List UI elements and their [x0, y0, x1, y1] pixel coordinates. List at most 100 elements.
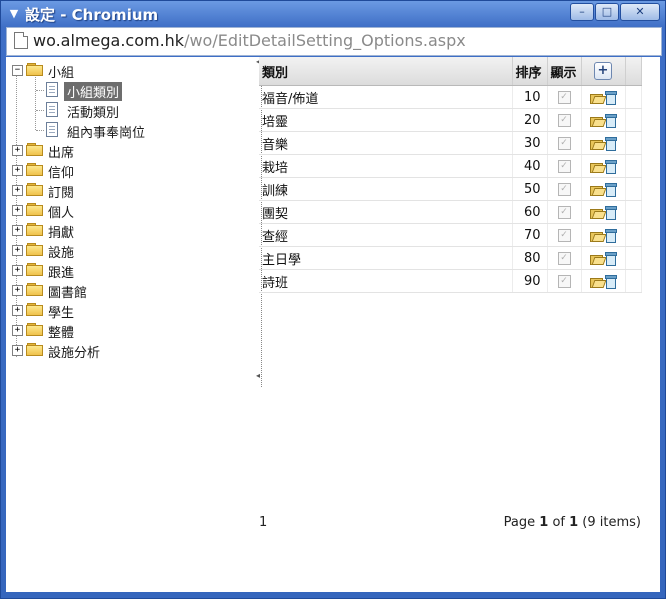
expand-icon[interactable]: +: [12, 305, 23, 316]
order-cell: 40: [512, 154, 548, 178]
spacer-cell: [625, 131, 642, 155]
display-checkbox[interactable]: ✓: [557, 159, 571, 173]
column-header-category[interactable]: 類別: [259, 57, 513, 86]
folder-icon: [26, 203, 43, 216]
display-checkbox[interactable]: ✓: [557, 274, 571, 288]
table-row[interactable]: 栽培 40 ✓: [259, 154, 642, 178]
page-icon: [46, 102, 58, 117]
display-cell: ✓: [547, 269, 582, 293]
add-button[interactable]: +: [594, 62, 612, 80]
close-button[interactable]: ✕: [620, 3, 660, 21]
recycle-bin-icon[interactable]: [605, 274, 617, 289]
actions-cell: [581, 154, 626, 178]
recycle-bin-icon[interactable]: [605, 228, 617, 243]
tree-node-label: 設施: [48, 246, 75, 261]
page-link[interactable]: 1: [259, 515, 267, 530]
table-row[interactable]: 音樂 30 ✓: [259, 131, 642, 155]
pager: 1 Page 1 of 1 (9 items): [259, 515, 643, 535]
expand-icon[interactable]: +: [12, 205, 23, 216]
display-checkbox[interactable]: ✓: [557, 182, 571, 196]
open-folder-icon[interactable]: [590, 230, 607, 242]
expand-icon[interactable]: +: [12, 185, 23, 196]
splitter-grip-icon[interactable]: ◂: [256, 371, 260, 380]
title-bar[interactable]: ▼ 設定 - Chromium – □ ✕: [1, 1, 665, 27]
actions-cell: [581, 223, 626, 247]
tree-connector: [35, 77, 36, 130]
minimize-button[interactable]: –: [570, 3, 594, 21]
display-checkbox[interactable]: ✓: [557, 228, 571, 242]
open-folder-icon[interactable]: [590, 276, 607, 288]
open-folder-icon: [26, 63, 43, 76]
display-cell: ✓: [547, 246, 582, 270]
display-checkbox[interactable]: ✓: [557, 205, 571, 219]
table-row[interactable]: 查經 70 ✓: [259, 223, 642, 247]
tree-node-label: 設施分析: [48, 346, 101, 361]
tree-node-label: 小組: [48, 66, 75, 81]
recycle-bin-icon[interactable]: [605, 136, 617, 151]
actions-cell: [581, 85, 626, 109]
collapse-icon[interactable]: −: [12, 65, 23, 76]
table-row[interactable]: 福音/佈道 10 ✓: [259, 85, 642, 109]
display-checkbox[interactable]: ✓: [557, 90, 571, 104]
recycle-bin-icon[interactable]: [605, 90, 617, 105]
folder-icon: [26, 263, 43, 276]
category-cell: 主日學: [259, 246, 513, 270]
spacer-cell: [625, 223, 642, 247]
tree-connector: [36, 90, 44, 91]
table-row[interactable]: 主日學 80 ✓: [259, 246, 642, 270]
recycle-bin-icon[interactable]: [605, 159, 617, 174]
table-row[interactable]: 詩班 90 ✓: [259, 269, 642, 293]
tree-node-label: 捐獻: [48, 226, 75, 241]
page-icon: [14, 32, 28, 49]
order-cell: 80: [512, 246, 548, 270]
open-folder-icon[interactable]: [590, 161, 607, 173]
expand-icon[interactable]: +: [12, 285, 23, 296]
expand-icon[interactable]: +: [12, 325, 23, 336]
expand-icon[interactable]: +: [12, 345, 23, 356]
url-host: wo.almega.com.hk: [33, 31, 185, 50]
table-row[interactable]: 團契 60 ✓: [259, 200, 642, 224]
open-folder-icon[interactable]: [590, 207, 607, 219]
display-checkbox[interactable]: ✓: [557, 113, 571, 127]
pager-of: of: [548, 515, 570, 530]
open-folder-icon[interactable]: [590, 115, 607, 127]
url-text[interactable]: wo.almega.com.hk/wo/EditDetailSetting_Op…: [33, 31, 466, 50]
expand-icon[interactable]: +: [12, 265, 23, 276]
page-icon: [46, 82, 58, 97]
column-header-order[interactable]: 排序: [512, 57, 548, 86]
recycle-bin-icon[interactable]: [605, 182, 617, 197]
tree-node-label: 圖書館: [48, 286, 88, 301]
open-folder-icon[interactable]: [590, 138, 607, 150]
column-header-display[interactable]: 顯示: [547, 57, 582, 86]
folder-icon: [26, 303, 43, 316]
category-cell: 查經: [259, 223, 513, 247]
expand-icon[interactable]: +: [12, 145, 23, 156]
recycle-bin-icon[interactable]: [605, 251, 617, 266]
spacer-cell: [625, 177, 642, 201]
pager-total-pages: 1: [569, 515, 579, 530]
display-cell: ✓: [547, 177, 582, 201]
order-cell: 70: [512, 223, 548, 247]
display-checkbox[interactable]: ✓: [557, 136, 571, 150]
folder-icon: [26, 283, 43, 296]
folder-icon: [26, 143, 43, 156]
order-cell: 20: [512, 108, 548, 132]
open-folder-icon[interactable]: [590, 253, 607, 265]
maximize-button[interactable]: □: [595, 3, 619, 21]
display-checkbox[interactable]: ✓: [557, 251, 571, 265]
category-cell: 福音/佈道: [259, 85, 513, 109]
category-cell: 詩班: [259, 269, 513, 293]
table-row[interactable]: 訓練 50 ✓: [259, 177, 642, 201]
expand-icon[interactable]: +: [12, 245, 23, 256]
pager-summary-prefix: Page: [503, 515, 540, 530]
address-bar[interactable]: wo.almega.com.hk/wo/EditDetailSetting_Op…: [6, 27, 662, 56]
category-tree: − 小組 小組類別 活動類別 組內事奉崗位 + 出席 + 信仰 + 訂閱 + 個…: [6, 57, 256, 387]
open-folder-icon[interactable]: [590, 92, 607, 104]
recycle-bin-icon[interactable]: [605, 113, 617, 128]
expand-icon[interactable]: +: [12, 165, 23, 176]
expand-icon[interactable]: +: [12, 225, 23, 236]
recycle-bin-icon[interactable]: [605, 205, 617, 220]
open-folder-icon[interactable]: [590, 184, 607, 196]
tree-node-label: 訂閱: [48, 186, 75, 201]
table-row[interactable]: 培靈 20 ✓: [259, 108, 642, 132]
